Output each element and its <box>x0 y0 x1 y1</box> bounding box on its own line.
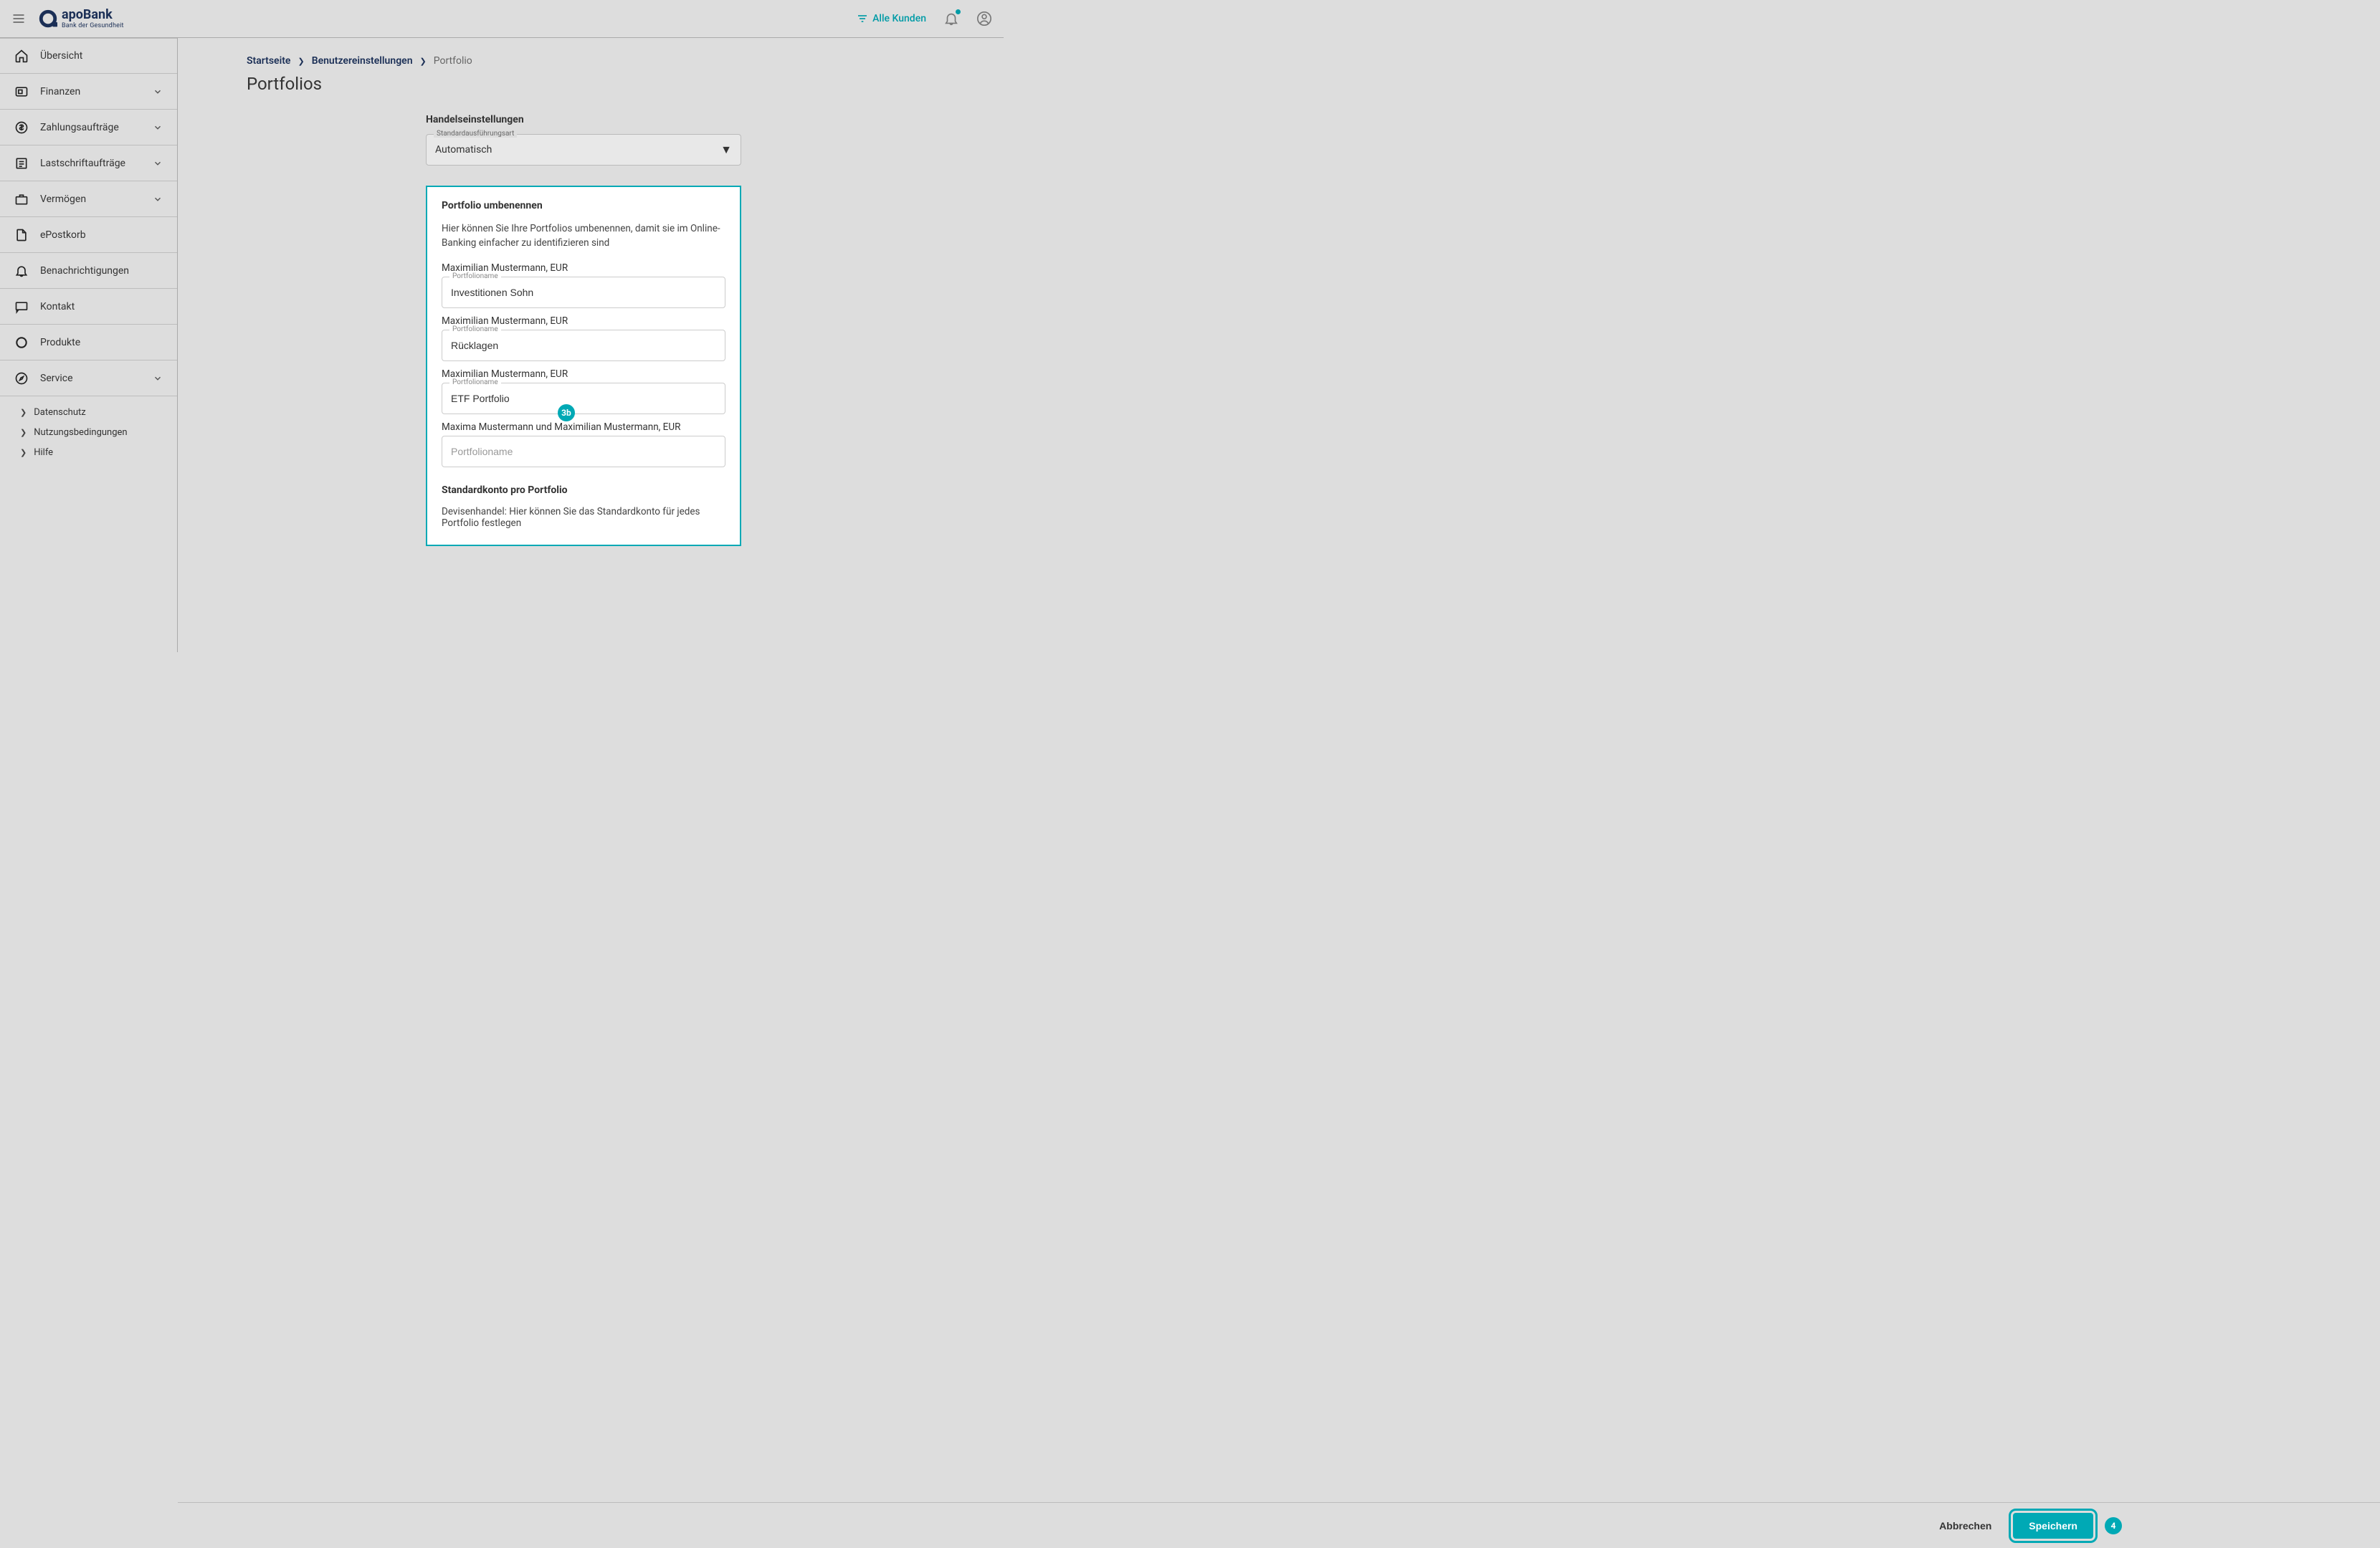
dollar-icon <box>14 120 29 135</box>
select-label: Standardausführungsart <box>434 130 517 138</box>
field-label: Portfolioname <box>449 378 501 386</box>
compass-icon <box>14 371 29 386</box>
user-icon <box>976 11 992 27</box>
sidebar-item-debits[interactable]: Lastschriftaufträge <box>0 145 177 181</box>
notifications-button[interactable] <box>943 11 959 27</box>
save-button[interactable]: Speichern <box>2013 1513 2093 1539</box>
sidebar-item-label: Service <box>40 373 73 384</box>
sidebar-item-notifications[interactable]: Benachrichtigungen <box>0 253 177 289</box>
portfolio-name-input[interactable] <box>451 287 716 298</box>
sidebar-item-label: Lastschriftaufträge <box>40 158 125 169</box>
sidebar-item-label: Vermögen <box>40 194 86 205</box>
rename-description: Hier können Sie Ihre Portfolios umbenenn… <box>442 221 725 251</box>
sidebar-item-label: ePostkorb <box>40 229 86 241</box>
filter-icon <box>857 13 868 24</box>
brand-name: apoBank <box>62 9 124 22</box>
home-icon <box>14 49 29 63</box>
portfolio-owner: Maxima Mustermann und Maximilian Musterm… <box>442 421 725 433</box>
brand-logo[interactable]: apoBank Bank der Gesundheit <box>39 9 124 29</box>
breadcrumb-settings[interactable]: Benutzereinstellungen <box>312 55 413 67</box>
portfolio-name-field[interactable]: Portfolioname <box>442 330 725 361</box>
portfolio-name-input[interactable] <box>451 393 716 404</box>
chevron-right-icon: ❯ <box>298 57 304 66</box>
sidebar-item-label: Übersicht <box>40 50 82 62</box>
sidebar-item-assets[interactable]: Vermögen <box>0 181 177 217</box>
menu-icon[interactable] <box>11 11 26 26</box>
footer-actions: Abbrechen Speichern 4 <box>178 1502 2380 1548</box>
filter-label: Alle Kunden <box>872 13 926 24</box>
sidebar-item-mailbox[interactable]: ePostkorb <box>0 217 177 253</box>
brand-tagline: Bank der Gesundheit <box>62 23 124 29</box>
sub-item-label: Nutzungsbedingungen <box>34 427 127 438</box>
breadcrumb-home[interactable]: Startseite <box>247 55 290 67</box>
step-badge-4: 4 <box>2105 1517 2122 1534</box>
select-value: Automatisch <box>435 144 492 156</box>
topbar: apoBank Bank der Gesundheit Alle Kunden <box>0 0 1004 38</box>
sidebar-item-contact[interactable]: Kontakt <box>0 289 177 325</box>
chevron-right-icon: ❯ <box>20 408 27 417</box>
customer-filter-button[interactable]: Alle Kunden <box>857 13 926 24</box>
sidebar-item-overview[interactable]: Übersicht <box>0 38 177 74</box>
step-badge-3b: 3b <box>558 404 575 421</box>
field-label: Portfolioname <box>449 325 501 333</box>
portfolio-name-field[interactable] <box>442 436 725 467</box>
sub-item-label: Hilfe <box>34 447 53 458</box>
sub-item-label: Datenschutz <box>34 407 85 418</box>
sidebar-item-products[interactable]: Produkte <box>0 325 177 360</box>
chevron-right-icon: ❯ <box>20 448 27 457</box>
logo-icon <box>39 9 57 28</box>
portfolio-name-field[interactable]: Portfolioname <box>442 383 725 414</box>
sidebar-item-label: Kontakt <box>40 301 75 312</box>
sidebar-item-finances[interactable]: Finanzen <box>0 74 177 110</box>
sidebar: Übersicht Finanzen Zahlungsaufträge Last… <box>0 38 178 652</box>
chevron-right-icon: ❯ <box>20 428 27 437</box>
sidebar-item-payments[interactable]: Zahlungsaufträge <box>0 110 177 145</box>
execution-type-select[interactable]: Standardausführungsart Automatisch ▼ <box>426 134 741 166</box>
profile-button[interactable] <box>976 11 992 27</box>
rename-portfolio-box: Portfolio umbenennen Hier können Sie Ihr… <box>426 186 741 546</box>
chevron-down-icon <box>153 123 163 133</box>
sidebar-item-label: Zahlungsaufträge <box>40 122 119 133</box>
portfolio-name-input[interactable] <box>451 446 716 457</box>
sidebar-item-label: Produkte <box>40 337 80 348</box>
caret-down-icon: ▼ <box>720 143 732 157</box>
cancel-button[interactable]: Abbrechen <box>1939 1520 1991 1532</box>
circle-icon <box>14 335 29 350</box>
file-icon <box>14 228 29 242</box>
chat-icon <box>14 300 29 314</box>
sidebar-item-label: Finanzen <box>40 86 80 97</box>
bell-icon <box>14 264 29 278</box>
sub-item-terms[interactable]: ❯ Nutzungsbedingungen <box>0 422 177 442</box>
breadcrumb-current: Portfolio <box>434 55 472 67</box>
sidebar-item-label: Benachrichtigungen <box>40 265 129 277</box>
default-account-desc: Devisenhandel: Hier können Sie das Stand… <box>442 506 725 529</box>
portfolio-name-field[interactable]: Portfolioname <box>442 277 725 308</box>
field-label: Portfolioname <box>449 272 501 280</box>
breadcrumb: Startseite ❯ Benutzereinstellungen ❯ Por… <box>247 55 975 67</box>
sidebar-item-service[interactable]: Service <box>0 360 177 396</box>
trade-settings-heading: Handelseinstellungen <box>426 114 741 125</box>
list-icon <box>14 156 29 171</box>
sub-item-privacy[interactable]: ❯ Datenschutz <box>0 402 177 422</box>
sub-item-help[interactable]: ❯ Hilfe <box>0 442 177 462</box>
portfolio-name-input[interactable] <box>451 340 716 351</box>
briefcase-icon <box>14 192 29 206</box>
sidebar-subnav: ❯ Datenschutz ❯ Nutzungsbedingungen ❯ Hi… <box>0 396 177 468</box>
notification-dot <box>956 9 961 14</box>
default-account-heading: Standardkonto pro Portfolio <box>442 484 725 496</box>
chevron-down-icon <box>153 194 163 204</box>
wallet-icon <box>14 85 29 99</box>
chevron-down-icon <box>153 373 163 383</box>
chevron-down-icon <box>153 87 163 97</box>
main-content: Startseite ❯ Benutzereinstellungen ❯ Por… <box>178 38 1004 652</box>
chevron-right-icon: ❯ <box>420 57 427 66</box>
chevron-down-icon <box>153 158 163 168</box>
rename-heading: Portfolio umbenennen <box>442 200 725 211</box>
page-title: Portfolios <box>247 74 975 94</box>
